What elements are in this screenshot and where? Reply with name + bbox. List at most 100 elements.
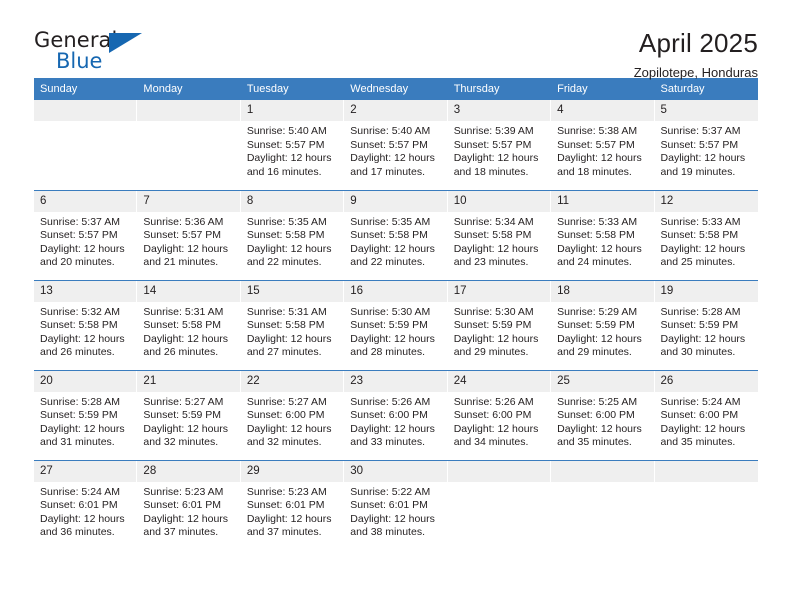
day-detail-line: Sunset: 5:57 PM (660, 138, 739, 151)
day-detail-line: Daylight: 12 hours (40, 422, 125, 435)
calendar-day-cell[interactable]: 13 Sunrise: 5:32 AM Sunset: 5:58 PM Dayligh… (34, 279, 138, 370)
calendar-day-cell[interactable]: 14 Sunrise: 5:31 AM Sunset: 5:58 PM Dayligh… (137, 279, 241, 370)
day-number: 30 (344, 460, 448, 482)
day-details: Sunrise: 5:30 AM Sunset: 5:59 PM Daylight:… (448, 302, 551, 360)
day-detail-line: and 23 minutes. (453, 256, 529, 268)
day-detail-line: and 37 minutes. (246, 526, 322, 538)
calendar-week-row: 13 Sunrise: 5:32 AM Sunset: 5:58 PM Dayligh… (34, 279, 758, 370)
day-detail-line: and 34 minutes. (453, 436, 529, 448)
day-detail-line: Sunset: 6:01 PM (350, 499, 428, 511)
calendar-day-cell[interactable]: 6 Sunrise: 5:37 AM Sunset: 5:57 PM Daylight… (34, 189, 138, 280)
calendar-day-cell[interactable]: 25 Sunrise: 5:25 AM Sunset: 6:00 PM Dayligh… (551, 369, 655, 460)
day-detail-line: Daylight: 12 hours (557, 332, 642, 345)
day-number: 23 (344, 370, 448, 392)
calendar-day-cell[interactable]: 10 Sunrise: 5:34 AM Sunset: 5:58 PM Dayligh… (447, 189, 552, 280)
day-detail-line: Sunrise: 5:24 AM (660, 395, 741, 408)
calendar-week-row: 20 Sunrise: 5:28 AM Sunset: 5:59 PM Dayligh… (34, 369, 758, 460)
calendar-day-cell[interactable]: 27 Sunrise: 5:24 AM Sunset: 6:01 PM Dayligh… (34, 459, 138, 550)
day-detail-line: Sunset: 6:01 PM (40, 499, 118, 511)
calendar-day-cell[interactable]: 1 Sunrise: 5:40 AM Sunset: 5:57 PM Daylight… (240, 100, 345, 190)
day-number: 14 (137, 280, 241, 302)
calendar-day-cell[interactable]: 19 Sunrise: 5:28 AM Sunset: 5:59 PM Dayligh… (654, 279, 758, 370)
calendar-table: Sunday Monday Tuesday Wednesday Thursday… (34, 78, 758, 550)
calendar-day-cell[interactable]: 2 Sunrise: 5:40 AM Sunset: 5:57 PM Daylight… (344, 100, 448, 190)
day-number: 18 (551, 280, 655, 302)
day-detail-line: Sunrise: 5:31 AM (246, 305, 327, 318)
day-details (551, 482, 654, 486)
calendar-day-cell[interactable]: 15 Sunrise: 5:31 AM Sunset: 5:58 PM Dayligh… (240, 279, 345, 370)
calendar-day-cell[interactable]: 26 Sunrise: 5:24 AM Sunset: 6:00 PM Dayligh… (654, 369, 758, 460)
day-details: Sunrise: 5:30 AM Sunset: 5:59 PM Daylight:… (344, 302, 447, 360)
day-detail-line: and 37 minutes. (143, 526, 219, 538)
day-number (551, 460, 655, 482)
day-details: Sunrise: 5:36 AM Sunset: 5:57 PM Daylight:… (137, 212, 240, 270)
day-detail-line: Sunrise: 5:32 AM (40, 305, 120, 318)
calendar-day-cell[interactable]: 29 Sunrise: 5:23 AM Sunset: 6:01 PM Dayligh… (240, 459, 345, 550)
day-detail-line: Sunset: 5:59 PM (350, 319, 428, 331)
calendar-day-cell[interactable]: 23 Sunrise: 5:26 AM Sunset: 6:00 PM Dayligh… (344, 369, 448, 460)
day-detail-line: Sunset: 6:00 PM (350, 409, 428, 421)
day-details: Sunrise: 5:28 AM Sunset: 5:59 PM Daylight:… (655, 302, 758, 360)
day-details: Sunrise: 5:38 AM Sunset: 5:57 PM Daylight:… (551, 121, 654, 179)
day-detail-line: Sunset: 5:58 PM (246, 229, 325, 241)
day-details: Sunrise: 5:27 AM Sunset: 6:00 PM Daylight:… (241, 392, 344, 450)
calendar-day-cell[interactable]: 9 Sunrise: 5:35 AM Sunset: 5:58 PM Daylight… (344, 189, 448, 280)
calendar-day-cell[interactable]: 16 Sunrise: 5:30 AM Sunset: 5:59 PM Dayligh… (344, 279, 448, 370)
day-details: Sunrise: 5:35 AM Sunset: 5:58 PM Daylight:… (344, 212, 447, 270)
calendar-day-cell[interactable]: 4 Sunrise: 5:38 AM Sunset: 5:57 PM Daylight… (551, 100, 655, 190)
day-details (655, 482, 758, 486)
day-detail-line: Sunrise: 5:26 AM (453, 395, 534, 408)
day-detail-line: Sunset: 6:00 PM (453, 409, 532, 421)
day-detail-line: Sunset: 5:59 PM (143, 409, 222, 421)
day-details: Sunrise: 5:34 AM Sunset: 5:58 PM Daylight:… (448, 212, 551, 270)
calendar-day-cell[interactable]: 7 Sunrise: 5:36 AM Sunset: 5:57 PM Daylight… (137, 189, 241, 280)
day-number: 22 (240, 370, 345, 392)
day-number (137, 100, 241, 121)
calendar-day-cell[interactable]: 28 Sunrise: 5:23 AM Sunset: 6:01 PM Dayligh… (137, 459, 241, 550)
day-detail-line: Sunrise: 5:38 AM (557, 125, 638, 137)
day-detail-line: and 20 minutes. (40, 256, 115, 268)
day-detail-line: Sunset: 5:57 PM (246, 138, 325, 151)
day-detail-line: and 29 minutes. (453, 346, 529, 358)
calendar-day-cell[interactable]: 21 Sunrise: 5:27 AM Sunset: 5:59 PM Dayligh… (137, 369, 241, 460)
day-details: Sunrise: 5:23 AM Sunset: 6:01 PM Daylight:… (137, 482, 240, 540)
calendar-day-cell[interactable]: 24 Sunrise: 5:26 AM Sunset: 6:00 PM Dayligh… (447, 369, 552, 460)
calendar-day-cell[interactable]: 17 Sunrise: 5:30 AM Sunset: 5:59 PM Dayligh… (447, 279, 552, 370)
day-detail-line: and 16 minutes. (246, 165, 322, 178)
calendar-day-cell[interactable]: 12 Sunrise: 5:33 AM Sunset: 5:58 PM Dayligh… (654, 189, 758, 280)
calendar-day-cell[interactable]: 11 Sunrise: 5:33 AM Sunset: 5:58 PM Dayligh… (551, 189, 655, 280)
day-detail-line: Sunset: 5:57 PM (143, 229, 222, 241)
calendar-empty-cell (34, 100, 138, 190)
calendar-day-cell[interactable]: 20 Sunrise: 5:28 AM Sunset: 5:59 PM Dayligh… (34, 369, 138, 460)
day-details (137, 121, 240, 125)
day-detail-line: Sunset: 5:59 PM (453, 319, 532, 331)
day-detail-line: Sunset: 5:59 PM (40, 409, 118, 421)
day-detail-line: and 35 minutes. (660, 436, 736, 448)
day-detail-line: Daylight: 12 hours (453, 332, 539, 345)
day-details: Sunrise: 5:29 AM Sunset: 5:59 PM Daylight:… (551, 302, 654, 360)
day-detail-line: Sunrise: 5:25 AM (557, 395, 638, 408)
day-detail-line: Sunrise: 5:28 AM (40, 395, 120, 408)
calendar-day-cell[interactable]: 18 Sunrise: 5:29 AM Sunset: 5:59 PM Dayligh… (551, 279, 655, 370)
day-detail-line: Daylight: 12 hours (350, 152, 435, 164)
calendar-day-cell[interactable]: 30 Sunrise: 5:22 AM Sunset: 6:01 PM Dayligh… (344, 459, 448, 550)
calendar-day-cell[interactable]: 22 Sunrise: 5:27 AM Sunset: 6:00 PM Dayligh… (240, 369, 345, 460)
calendar-day-cell[interactable]: 3 Sunrise: 5:39 AM Sunset: 5:57 PM Daylight… (447, 100, 552, 190)
day-detail-line: Sunset: 5:57 PM (350, 138, 428, 151)
weekday-header-sunday: Sunday (34, 78, 138, 100)
day-detail-line: and 24 minutes. (557, 256, 632, 268)
day-detail-line: Daylight: 12 hours (453, 422, 539, 435)
day-details: Sunrise: 5:35 AM Sunset: 5:58 PM Daylight:… (241, 212, 344, 270)
calendar-body: 1 Sunrise: 5:40 AM Sunset: 5:57 PM Daylight… (34, 100, 758, 550)
day-number: 12 (654, 190, 758, 212)
day-detail-line: Sunrise: 5:40 AM (246, 125, 327, 137)
day-detail-line: Sunrise: 5:23 AM (143, 485, 224, 498)
day-detail-line: Sunset: 6:01 PM (143, 499, 222, 511)
day-details: Sunrise: 5:33 AM Sunset: 5:58 PM Daylight:… (655, 212, 758, 270)
day-details: Sunrise: 5:39 AM Sunset: 5:57 PM Daylight:… (448, 121, 551, 179)
calendar-day-cell[interactable]: 5 Sunrise: 5:37 AM Sunset: 5:57 PM Daylight… (654, 100, 758, 190)
day-detail-line: Daylight: 12 hours (40, 242, 125, 255)
day-detail-line: and 22 minutes. (246, 256, 322, 268)
calendar-day-cell[interactable]: 8 Sunrise: 5:35 AM Sunset: 5:58 PM Daylight… (240, 189, 345, 280)
day-number: 1 (240, 100, 345, 121)
